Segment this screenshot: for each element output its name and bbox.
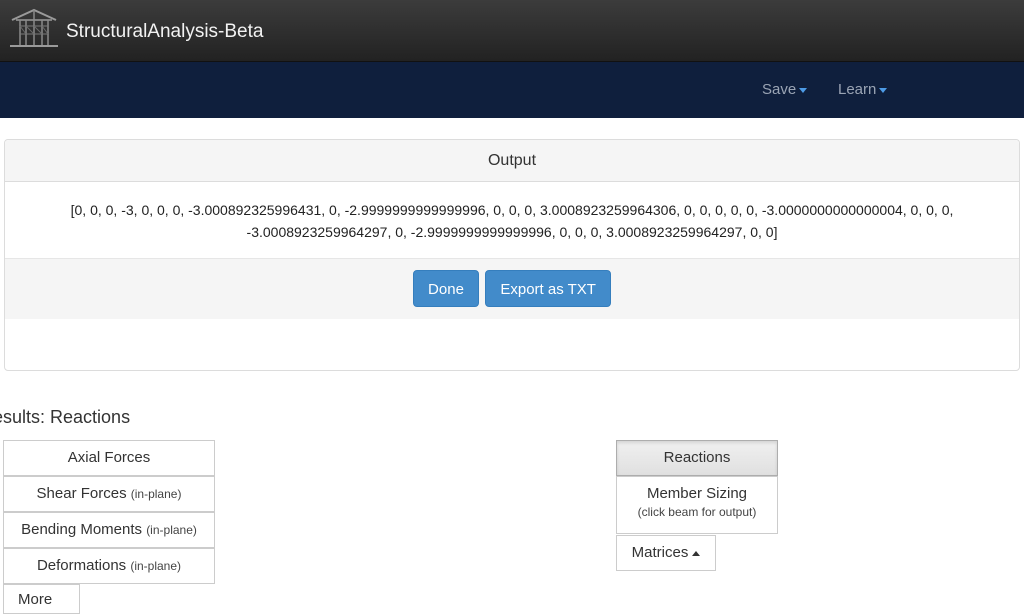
shear-forces-note: (in-plane) [130,487,182,501]
done-button[interactable]: Done [413,270,479,307]
app-header: StructuralAnalysis-Beta [0,0,1024,62]
deformations-label: Deformations [36,557,127,574]
main-navbar: Save Learn [0,62,1024,118]
save-menu[interactable]: Save [762,81,808,98]
save-menu-label: Save [762,81,797,98]
export-txt-button[interactable]: Export as TXT [485,270,611,307]
app-title[interactable]: StructuralAnalysis-Beta [66,21,263,43]
learn-menu[interactable]: Learn [838,81,888,98]
shear-forces-button[interactable]: Shear Forces (in-plane) [3,476,215,512]
matrices-label: Matrices [631,544,689,561]
reactions-button[interactable]: Reactions [616,440,778,476]
caret-down-icon [799,87,808,93]
axial-forces-button[interactable]: Axial Forces [3,440,215,476]
learn-menu-label: Learn [838,81,877,98]
caret-down-icon [879,87,888,93]
shear-forces-label: Shear Forces [36,485,127,502]
caret-up-icon [692,550,701,556]
member-sizing-label: Member Sizing [646,485,748,502]
matrices-dropdown[interactable]: Matrices [616,535,716,571]
member-sizing-button[interactable]: Member Sizing (click beam for output) [616,476,778,534]
bending-moments-label: Bending Moments [21,521,143,538]
bending-moments-note: (in-plane) [146,523,197,537]
bending-moments-button[interactable]: Bending Moments (in-plane) [3,512,215,548]
deformations-note: (in-plane) [130,559,182,573]
output-panel-heading: Output [5,140,1019,182]
output-panel-footer: Done Export as TXT [5,259,1019,319]
results-title: esults: Reactions [0,407,131,427]
more-button[interactable]: More [3,584,80,614]
deformations-button[interactable]: Deformations (in-plane) [3,548,215,584]
member-sizing-note: (click beam for output) [637,505,757,519]
output-panel: Output [0, 0, 0, -3, 0, 0, 0, -3.0008923… [4,139,1020,371]
bridge-logo-icon[interactable] [8,6,60,56]
output-text: [0, 0, 0, -3, 0, 0, 0, -3.00089232599643… [5,182,1019,259]
axial-forces-label: Axial Forces [67,449,151,466]
reactions-label: Reactions [663,449,731,466]
